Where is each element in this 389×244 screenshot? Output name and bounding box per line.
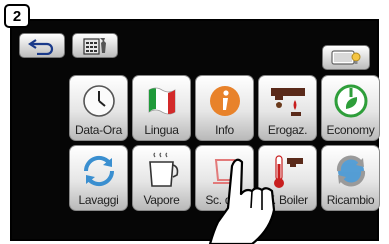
tile-data-ora[interactable]: Data-Ora <box>69 75 128 141</box>
tile-erogaz[interactable]: Erogaz. <box>258 75 317 141</box>
italian-flag-icon <box>148 87 176 115</box>
tile-lingua[interactable]: Lingua <box>132 75 191 141</box>
tile-label: Lingua <box>144 123 179 137</box>
power-leaf-icon <box>334 84 368 118</box>
bulb-button[interactable] <box>322 45 370 70</box>
back-arrow-icon <box>28 38 54 55</box>
display-bulb-icon <box>331 49 361 65</box>
tile-label: Economy <box>326 123 375 137</box>
tile-economy[interactable]: Economy <box>321 75 380 141</box>
tile-ricambio[interactable]: Ricambio <box>321 145 380 211</box>
tile-label: Erogaz. <box>267 123 308 137</box>
tile-label: Data-Ora <box>75 123 122 137</box>
tile-label: Info <box>215 123 234 137</box>
tile-label: Lavaggi <box>78 193 119 207</box>
calculator-wrench-icon <box>83 37 106 55</box>
tile-label: Ricambio <box>326 193 375 207</box>
tile-lavaggi[interactable]: Lavaggi <box>69 145 128 211</box>
tile-info[interactable]: Info <box>195 75 254 141</box>
step-number-badge: 2 <box>4 4 30 28</box>
clock-icon <box>83 85 115 117</box>
touch-screen: Data-Ora Lingua Info Erogaz. Economy Lav… <box>10 19 380 241</box>
tile-vapore[interactable]: Vapore <box>132 145 191 211</box>
info-icon <box>210 86 240 116</box>
pointing-hand-icon <box>208 158 276 244</box>
back-button[interactable] <box>19 33 65 58</box>
dispensing-icon <box>271 88 305 116</box>
rinse-icon <box>83 155 115 187</box>
settings-button[interactable] <box>72 33 118 58</box>
steam-pitcher-icon <box>149 152 179 187</box>
tile-label: Vapore <box>143 193 180 207</box>
water-refresh-icon <box>336 155 366 187</box>
